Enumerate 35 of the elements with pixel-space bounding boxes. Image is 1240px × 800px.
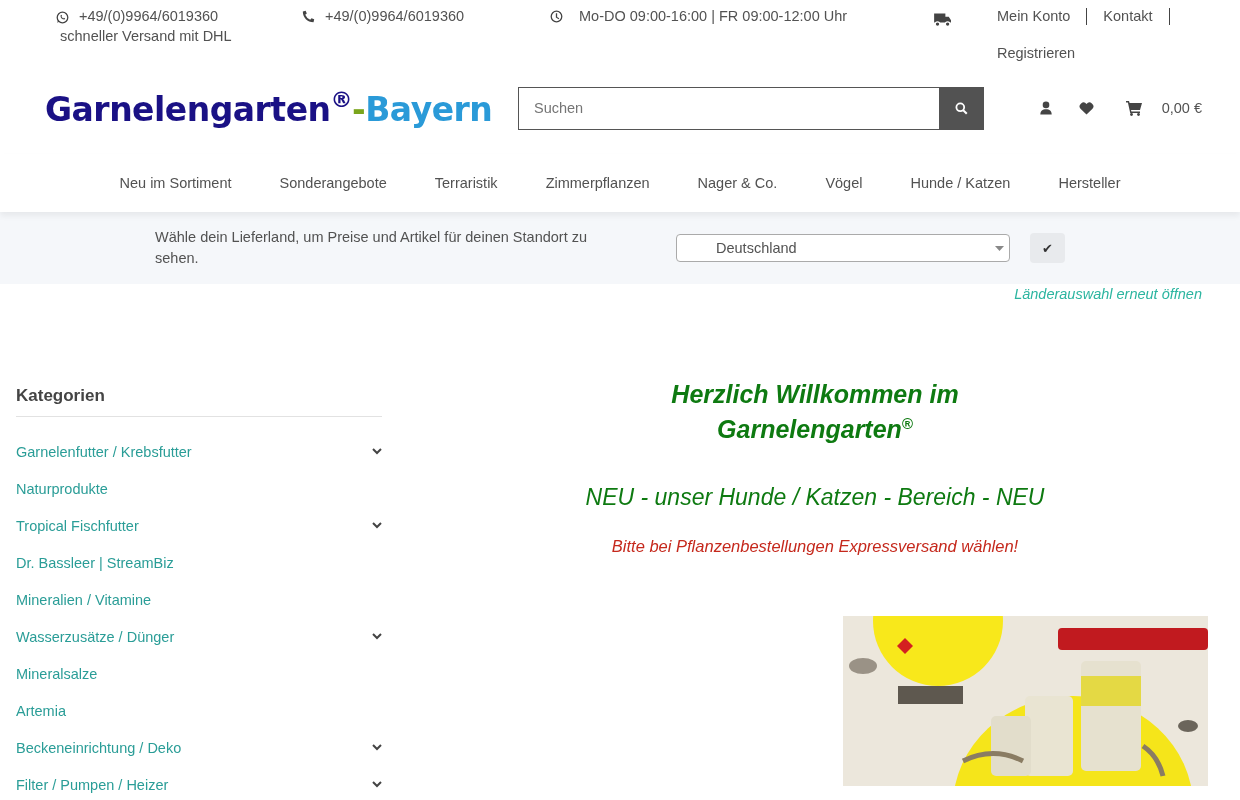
header-link[interactable]: Kontakt [1087, 8, 1170, 25]
nav-link[interactable]: Neu im Sortiment [119, 175, 232, 191]
welcome-heading: Herzlich Willkommen im Garnelengarten$^{®}$ [670, 380, 960, 445]
country-prompt: Wähle dein Lieferland, um Preise und Artikel für deinen Standort zu sehen. [155, 228, 589, 268]
nav-link[interactable]: Sonderangebote [279, 175, 387, 191]
dropdown-arrow-icon [995, 246, 1004, 251]
shipping-notice: Bitte bei Pflanzenbestellungen Expressversand wählen! [611, 537, 1019, 557]
whatsapp-number: +49/(0)9964/6019360 [79, 8, 219, 24]
search-button[interactable] [939, 86, 984, 130]
nav-link[interactable]: Vögel [825, 175, 863, 191]
search-icon [955, 101, 968, 115]
nav-link[interactable]: Terraristik [434, 175, 498, 191]
news-heading: NEU - unser Hunde / Katzen - Bereich - NEU [585, 484, 1045, 512]
sidebar-title: Kategorien [16, 386, 382, 417]
nav-link[interactable]: Zimmerpflanzen [545, 175, 650, 191]
opening-hours: Mo-DO 09:00-16:00 | FR 09:00-12:00 Uhr [579, 8, 848, 24]
country-select[interactable]: Deutschland [676, 234, 1010, 262]
nav-link[interactable]: Hunde / Katzen [910, 175, 1011, 191]
heart-icon [1078, 100, 1094, 116]
header-link[interactable]: Registrieren [997, 45, 1092, 62]
whatsapp-icon [56, 10, 69, 24]
user-icon [1038, 101, 1053, 115]
phone-icon [302, 10, 315, 23]
cart-icon [1125, 100, 1142, 116]
clock-icon [550, 10, 563, 23]
search-field[interactable]: Suchen [518, 86, 939, 130]
nav-link[interactable]: Nager & Co. [697, 175, 778, 191]
header-link[interactable]: Mein Konto [997, 8, 1088, 25]
phone-number: +49/(0)9964/6019360 [325, 8, 465, 24]
cart-button[interactable]: 0,00 € [1119, 99, 1208, 117]
confirm-button[interactable]: ✔ [1030, 233, 1065, 263]
nav-link[interactable]: Hersteller [1058, 175, 1121, 191]
logo[interactable]: Garnelengarten$^{®}$-Bayern [45, 87, 518, 129]
shipping-note: schneller Versand mit DHL [59, 28, 232, 44]
truck-icon [933, 10, 951, 28]
